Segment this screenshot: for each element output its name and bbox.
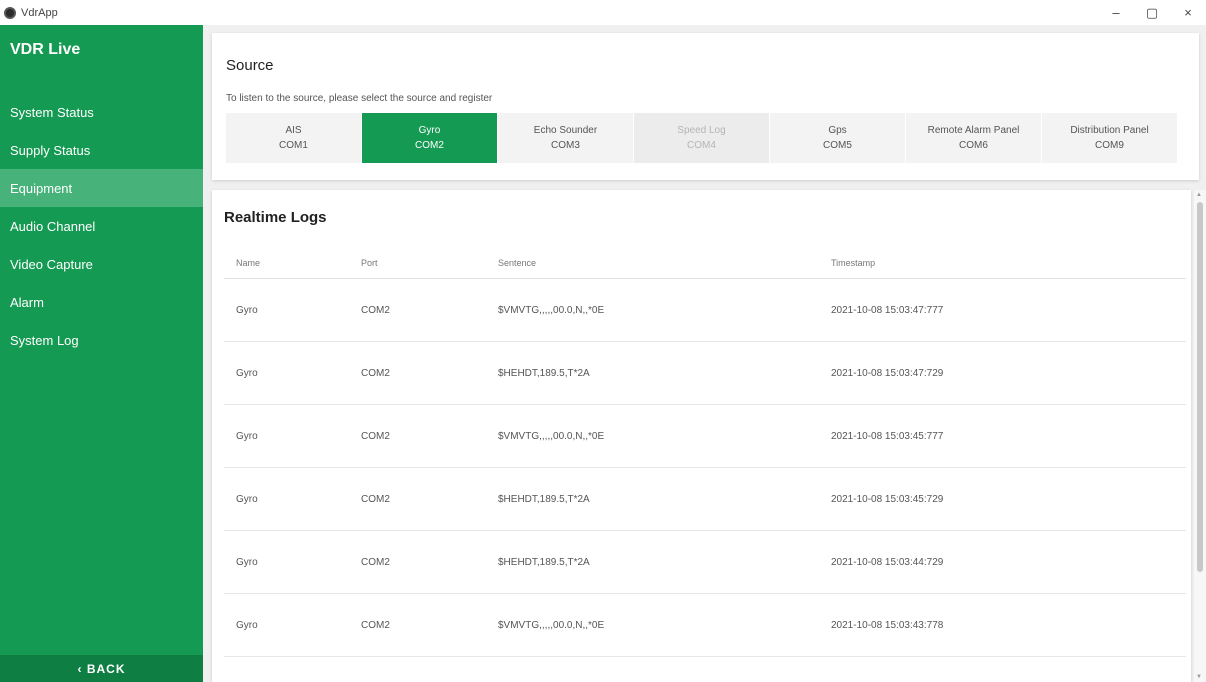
scroll-down-icon[interactable]: ▼	[1196, 674, 1202, 680]
log-timestamp-cell: 2021-10-08 15:03:47:729	[831, 368, 944, 379]
log-name-cell: Gyro	[236, 494, 258, 505]
column-header-timestamp: Timestamp	[831, 258, 876, 268]
sidebar-item-alarm[interactable]: Alarm	[0, 283, 203, 321]
maximize-button[interactable]: ▢	[1134, 0, 1170, 25]
source-option-port: COM2	[415, 140, 444, 151]
source-option-name: AIS	[285, 125, 302, 136]
back-button[interactable]: ‹ BACK	[0, 655, 203, 682]
column-header-sentence: Sentence	[498, 258, 537, 268]
source-option-port: COM5	[823, 140, 852, 151]
scroll-thumb[interactable]	[1197, 202, 1203, 572]
log-sentence-cell: $HEHDT,189.5,T*2A	[498, 557, 590, 568]
log-timestamp-cell: 2021-10-08 15:03:47:777	[831, 305, 944, 316]
app-logo-icon	[4, 6, 16, 19]
source-option-ais[interactable]: AIS COM1	[226, 113, 361, 163]
column-header-name: Name	[236, 258, 261, 268]
minimize-button[interactable]: –	[1098, 0, 1134, 25]
source-option-name: Remote Alarm Panel	[927, 125, 1020, 136]
log-sentence-cell: $VMVTG,,,,,00.0,N,,*0E	[498, 305, 605, 316]
log-sentence-cell: $HEHDT,189.5,T*2A	[498, 494, 590, 505]
logs-title: Realtime Logs	[224, 209, 327, 226]
source-option-distribution-panel[interactable]: Distribution Panel COM9	[1042, 113, 1177, 163]
close-button[interactable]: ×	[1170, 0, 1206, 25]
log-sentence-cell: $VMVTG,,,,,00.0,N,,*0E	[498, 620, 605, 631]
realtime-logs-card: Realtime Logs Name Port Sentence Timesta…	[212, 190, 1191, 682]
logs-table-header: Name Port Sentence Timestamp	[224, 247, 1186, 279]
column-header-port: Port	[361, 258, 378, 268]
brand-title: VDR Live	[10, 41, 81, 58]
window-titlebar: VdrApp – ▢ ×	[0, 0, 1206, 25]
source-option-remote-alarm-panel[interactable]: Remote Alarm Panel COM6	[906, 113, 1041, 163]
log-port-cell: COM2	[361, 494, 390, 505]
log-name-cell: Gyro	[236, 557, 258, 568]
source-option-gps[interactable]: Gps COM5	[770, 113, 905, 163]
log-port-cell: COM2	[361, 620, 390, 631]
sidebar-item-equipment[interactable]: Equipment	[0, 169, 203, 207]
logs-scrollbar[interactable]: ▲ ▼	[1194, 190, 1206, 682]
source-option-port: COM6	[959, 140, 988, 151]
sidebar-item-video-capture[interactable]: Video Capture	[0, 245, 203, 283]
table-row: Gyro COM2 $HEHDT,189.5,T*2A 2021-10-08 15:0…	[224, 342, 1186, 405]
source-option-name: Gyro	[418, 125, 441, 136]
source-option-port: COM4	[687, 140, 716, 151]
sidebar-item-system-log[interactable]: System Log	[0, 321, 203, 359]
source-title: Source	[226, 57, 274, 74]
table-row: Gyro COM2 $VMVTG,,,,,00.0,N,,*0E 2021-10-08…	[224, 405, 1186, 468]
log-name-cell: Gyro	[236, 620, 258, 631]
log-name-cell: Gyro	[236, 431, 258, 442]
app-title: VdrApp	[21, 6, 58, 19]
source-options: AIS COM1 Gyro COM2 Echo Sounder COM3 Speed Log…	[226, 113, 1177, 163]
source-option-name: Speed Log	[677, 125, 726, 136]
table-row: Gyro COM2 $VMVTG,,,,,00.0,N,,*0E 2021-10-08…	[224, 279, 1186, 342]
source-option-name: Gps	[828, 125, 847, 136]
table-row: Gyro COM2 $VMVTG,,,,,00.0,N,,*0E 2021-10-08…	[224, 594, 1186, 657]
log-timestamp-cell: 2021-10-08 15:03:44:729	[831, 557, 944, 568]
log-port-cell: COM2	[361, 368, 390, 379]
log-name-cell: Gyro	[236, 305, 258, 316]
sidebar-item-supply-status[interactable]: Supply Status	[0, 131, 203, 169]
sidebar-nav: System Status Supply Status Equipment Audio…	[0, 93, 203, 359]
log-port-cell: COM2	[361, 431, 390, 442]
log-timestamp-cell: 2021-10-08 15:03:45:729	[831, 494, 944, 505]
log-timestamp-cell: 2021-10-08 15:03:43:778	[831, 620, 944, 631]
source-hint: To listen to the source, please select t…	[226, 93, 493, 104]
window-controls: – ▢ ×	[1098, 0, 1206, 25]
sidebar: VDR Live System Status Supply Status Equip…	[0, 25, 203, 682]
scroll-up-icon[interactable]: ▲	[1196, 192, 1202, 198]
source-option-port: COM1	[279, 140, 308, 151]
source-option-port: COM3	[551, 140, 580, 151]
log-timestamp-cell: 2021-10-08 15:03:45:777	[831, 431, 944, 442]
source-option-speed-log[interactable]: Speed Log COM4	[634, 113, 769, 163]
log-port-cell: COM2	[361, 305, 390, 316]
source-option-port: COM9	[1095, 140, 1124, 151]
table-row: Gyro COM2 $HEHDT,189.5,T*2A 2021-10-08 15:0…	[224, 531, 1186, 594]
log-sentence-cell: $VMVTG,,,,,00.0,N,,*0E	[498, 431, 605, 442]
source-option-name: Distribution Panel	[1070, 125, 1149, 136]
source-card: Source To listen to the source, please s…	[212, 33, 1199, 180]
log-name-cell: Gyro	[236, 368, 258, 379]
source-option-echo-sounder[interactable]: Echo Sounder COM3	[498, 113, 633, 163]
main-content: Source To listen to the source, please s…	[203, 25, 1206, 682]
source-option-name: Echo Sounder	[533, 125, 598, 136]
sidebar-item-audio-channel[interactable]: Audio Channel	[0, 207, 203, 245]
sidebar-item-system-status[interactable]: System Status	[0, 93, 203, 131]
log-sentence-cell: $HEHDT,189.5,T*2A	[498, 368, 590, 379]
source-option-gyro[interactable]: Gyro COM2	[362, 113, 497, 163]
log-port-cell: COM2	[361, 557, 390, 568]
table-row: Gyro COM2 $HEHDT,189.5,T*2A 2021-10-08 15:0…	[224, 468, 1186, 531]
